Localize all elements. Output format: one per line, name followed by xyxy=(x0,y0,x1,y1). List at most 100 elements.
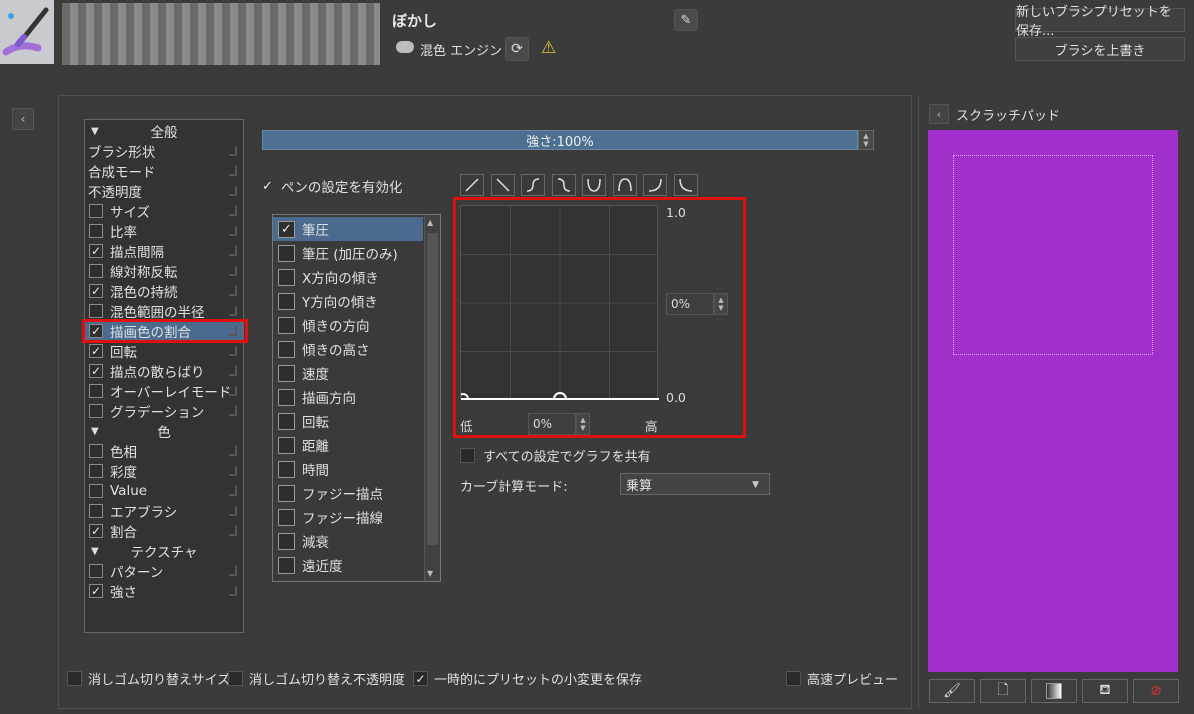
checkbox[interactable] xyxy=(89,564,103,578)
checkbox[interactable]: ✓ xyxy=(278,220,295,238)
lock-icon[interactable] xyxy=(229,186,237,196)
y-value-input[interactable]: 0% xyxy=(666,293,714,315)
curve-preset-button[interactable] xyxy=(521,174,545,196)
lock-icon[interactable] xyxy=(229,366,237,376)
checkbox[interactable]: ✓ xyxy=(89,524,103,538)
x-value-spinner[interactable]: ▲ ▼ xyxy=(576,413,590,435)
lock-icon[interactable] xyxy=(229,206,237,216)
checkbox[interactable] xyxy=(278,340,295,358)
lock-icon[interactable] xyxy=(229,246,237,256)
category-item[interactable]: ✓ 回転 xyxy=(85,341,243,361)
paint-preset-button[interactable]: 🖌 xyxy=(929,679,975,703)
checkbox[interactable] xyxy=(278,412,295,430)
category-item[interactable]: グラデーション xyxy=(85,401,243,421)
strength-slider[interactable]: 強さ:100% xyxy=(262,130,858,150)
checkbox[interactable] xyxy=(786,671,801,686)
gradient-button[interactable] xyxy=(1031,679,1077,703)
curve-preset-button[interactable] xyxy=(490,174,515,196)
category-group-header[interactable]: ▼ 全般 xyxy=(85,121,243,141)
preset-thumbnail[interactable] xyxy=(0,0,54,64)
checkbox[interactable] xyxy=(278,244,295,262)
sensor-item[interactable]: Y方向の傾き xyxy=(273,289,423,313)
lock-icon[interactable] xyxy=(229,346,237,356)
category-item[interactable]: 色相 xyxy=(85,441,243,461)
scroll-up-icon[interactable]: ▲ xyxy=(427,218,433,227)
sensor-item[interactable]: 遠近度 xyxy=(273,553,423,577)
sensor-item[interactable]: 筆圧 (加圧のみ) xyxy=(273,241,423,265)
curve-editor[interactable] xyxy=(457,205,659,406)
scroll-down-icon[interactable]: ▼ xyxy=(427,569,433,578)
checkbox[interactable] xyxy=(67,671,82,686)
fill-button[interactable]: ⛾ xyxy=(1082,679,1128,703)
category-item[interactable]: 合成モード xyxy=(85,161,243,181)
lock-icon[interactable] xyxy=(229,386,237,396)
lock-icon[interactable] xyxy=(229,406,237,416)
checkbox[interactable]: ✓ xyxy=(89,584,103,598)
curve-preset-button[interactable] xyxy=(643,174,667,196)
pen-settings-toggle[interactable]: ✓ ペンの設定を有効化 xyxy=(262,176,402,197)
category-item[interactable]: 不透明度 xyxy=(85,181,243,201)
sensor-item[interactable]: X方向の傾き xyxy=(273,265,423,289)
engine-toggle[interactable] xyxy=(396,41,414,53)
save-new-preset-button[interactable]: 新しいブラシプリセットを保存... xyxy=(1015,5,1185,39)
checkbox[interactable] xyxy=(460,448,475,463)
lock-icon[interactable] xyxy=(229,266,237,276)
checkbox[interactable] xyxy=(278,460,295,478)
category-item[interactable]: 線対称反転 xyxy=(85,261,243,281)
checkbox[interactable] xyxy=(278,508,295,526)
sensor-item[interactable]: 回転 xyxy=(273,409,423,433)
category-item[interactable]: ブラシ形状 xyxy=(85,141,243,161)
sensor-item[interactable]: ファジー描点 xyxy=(273,481,423,505)
lock-icon[interactable] xyxy=(229,526,237,536)
sensor-item[interactable]: 傾きの高さ xyxy=(273,337,423,361)
rename-button[interactable]: ✎ xyxy=(674,9,698,31)
checkbox[interactable] xyxy=(278,268,295,286)
category-group-header[interactable]: ▼ 色 xyxy=(85,421,243,441)
category-item[interactable]: ✓ 描点の散らばり xyxy=(85,361,243,381)
checkbox[interactable] xyxy=(278,316,295,334)
overwrite-brush-button[interactable]: ブラシを上書き xyxy=(1015,37,1185,61)
lock-icon[interactable] xyxy=(229,506,237,516)
checkbox[interactable] xyxy=(89,464,103,478)
checkbox[interactable] xyxy=(278,436,295,454)
x-value-input[interactable]: 0% xyxy=(528,413,576,435)
reload-button[interactable]: ⟳ xyxy=(505,37,529,61)
strength-spinner[interactable]: ▲ ▼ xyxy=(858,130,874,150)
share-graph-toggle[interactable]: すべての設定でグラフを共有 xyxy=(460,446,651,465)
sensor-item[interactable]: 減衰 xyxy=(273,529,423,553)
category-item[interactable]: ✓ 混色の持続 xyxy=(85,281,243,301)
lock-icon[interactable] xyxy=(229,486,237,496)
checkbox[interactable] xyxy=(278,484,295,502)
temp-save-toggle[interactable]: ✓ 一時的にプリセットの小変更を保存 xyxy=(413,669,642,688)
preset-name[interactable]: ぼかし xyxy=(392,10,437,31)
curve-preset-button[interactable] xyxy=(460,174,484,196)
category-item[interactable]: エアブラシ xyxy=(85,501,243,521)
curve-preset-button[interactable] xyxy=(612,174,637,196)
category-item[interactable]: 混色範囲の半径 xyxy=(85,301,243,321)
lock-icon[interactable] xyxy=(229,166,237,176)
curve-preset-button[interactable] xyxy=(673,174,698,196)
checkbox[interactable] xyxy=(89,484,103,498)
checkbox[interactable] xyxy=(89,224,103,238)
checkbox[interactable] xyxy=(278,556,295,574)
collapse-left-button[interactable]: ‹ xyxy=(12,108,34,130)
checkbox[interactable] xyxy=(89,264,103,278)
checkbox[interactable] xyxy=(89,304,103,318)
category-item[interactable]: 彩度 xyxy=(85,461,243,481)
lock-icon[interactable] xyxy=(229,306,237,316)
sensor-item[interactable]: ファジー描線 xyxy=(273,505,423,529)
category-item[interactable]: ✓ 割合 xyxy=(85,521,243,541)
category-group-header[interactable]: ▼ テクスチャ xyxy=(85,541,243,561)
lock-icon[interactable] xyxy=(229,226,237,236)
sensor-scrollbar[interactable]: ▲ ▼ xyxy=(424,215,440,581)
lock-icon[interactable] xyxy=(229,586,237,596)
checkbox[interactable]: ✓ xyxy=(89,284,103,298)
eraser-opacity-toggle[interactable]: 消しゴム切り替え不透明度 xyxy=(228,669,405,688)
checkbox[interactable] xyxy=(89,444,103,458)
eraser-size-toggle[interactable]: 消しゴム切り替えサイズ xyxy=(67,669,230,688)
sensor-item[interactable]: ✓ 筆圧 xyxy=(273,217,423,241)
curve-preset-button[interactable] xyxy=(551,174,576,196)
fast-preview-toggle[interactable]: 高速プレビュー xyxy=(786,669,898,688)
sensor-item[interactable]: 速度 xyxy=(273,361,423,385)
category-item[interactable]: ✓ 描点間隔 xyxy=(85,241,243,261)
